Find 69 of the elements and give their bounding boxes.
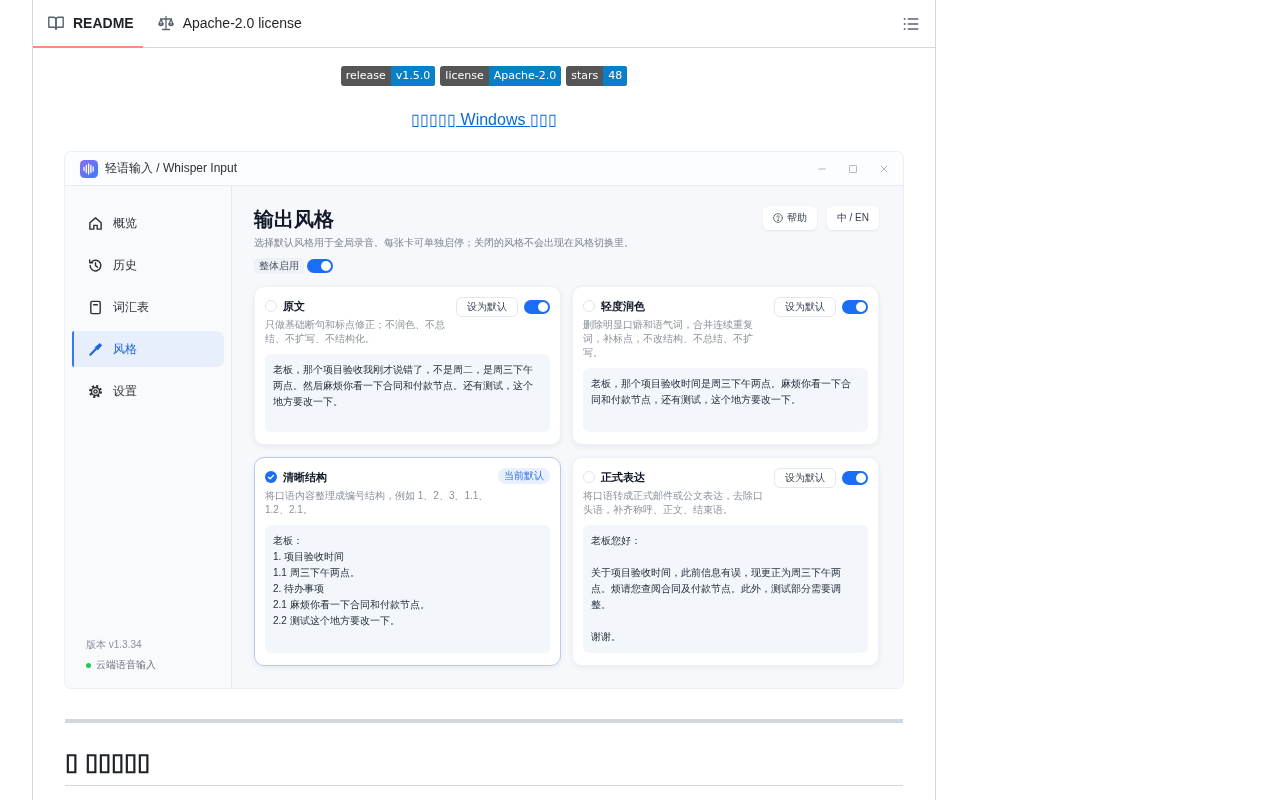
sidebar-item[interactable]: 概览 <box>72 205 224 241</box>
book-icon <box>48 15 64 31</box>
card-description: 删除明显口癖和语气词，合并连续重复词，补标点，不改结构、不总结、不扩写。 <box>583 318 754 360</box>
sidebar-item[interactable]: 历史 <box>72 247 224 283</box>
outline-button[interactable] <box>903 15 919 32</box>
preview-line: 2. 待办事项 <box>273 582 326 596</box>
page-subtitle: 选择默认风格用于全局录音。每张卡可单独启停；关闭的风格不会出现在风格切换里。 <box>254 236 635 250</box>
preview-line: 老板，那个项目验收时间是周三下午两点。麻烦你看一下合同和付款节点，还有测试，这个地方要改一下。 <box>591 377 852 407</box>
toggle-switch[interactable] <box>842 300 868 314</box>
waveform-logo-icon <box>80 159 98 178</box>
radio-button[interactable] <box>583 471 595 483</box>
badge[interactable]: license Apache-2.0 <box>440 66 562 86</box>
card-description: 只做基础断句和标点修正；不润色、不总结、不扩写、不结构化。 <box>265 318 446 346</box>
home-icon <box>88 215 103 231</box>
sidebar-item[interactable]: 风格 <box>72 331 224 367</box>
badge-value: 48 <box>603 66 628 86</box>
preview-line: 2.2 测试这个地方要改一下。 <box>273 614 401 628</box>
language-button[interactable]: 中 / EN <box>826 206 879 230</box>
sidebar-item[interactable]: 词汇表 <box>72 289 224 325</box>
card-title: 清晰结构 <box>283 469 327 485</box>
status-dot-icon <box>86 662 91 668</box>
badge-value: v1.5.0 <box>390 66 436 86</box>
preview-line: 谢谢。 <box>591 630 622 644</box>
help-icon <box>772 213 783 223</box>
preview-line: 关于项目验收时间，此前信息有误，现更正为周三下午两点。烦请您查阅合同及付款节点。此外，测试部分需要调整。 <box>591 566 842 612</box>
default-badge: 当前默认 <box>498 468 550 484</box>
set-default-button[interactable]: 设为默认 <box>774 297 836 317</box>
nav-tab[interactable]: Apache-2.0 license <box>142 0 311 48</box>
toggle-switch[interactable] <box>307 259 333 273</box>
history-icon <box>88 257 103 273</box>
toggle-switch[interactable] <box>842 471 868 485</box>
toggle-label: 整体启用 <box>254 258 304 274</box>
version-text: 版本 v1.3.34 <box>86 638 143 652</box>
notebook-icon <box>88 299 103 315</box>
sidebar-item[interactable]: 设置 <box>72 373 224 409</box>
preview-line: 老板： <box>273 534 304 548</box>
badge[interactable]: release v1.5.0 <box>340 66 436 86</box>
help-button[interactable]: 帮助 <box>762 206 817 230</box>
badge[interactable]: stars 48 <box>566 66 628 86</box>
set-default-button[interactable]: 设为默认 <box>774 468 836 488</box>
badge-value: Apache-2.0 <box>488 66 562 86</box>
radio-button[interactable] <box>583 300 595 312</box>
preview-line: 老板，那个项目验收我刚才说错了，不是周二，是周三下午两点。然后麻烦你看一下合同和付款节点。还有测试，这个地方要改一下。 <box>273 363 534 409</box>
download-link[interactable]: ▯▯▯▯▯ Windows ▯▯▯ <box>411 111 557 128</box>
radio-button[interactable] <box>265 471 277 483</box>
status-text: 云端语音输入 <box>96 658 156 672</box>
card-title: 原文 <box>283 298 305 314</box>
card-title: 轻度润色 <box>601 298 645 314</box>
radio-button[interactable] <box>265 300 277 312</box>
set-default-button[interactable]: 设为默认 <box>456 297 518 317</box>
card-title: 正式表达 <box>601 469 645 485</box>
card-description: 将口语内容整理成编号结构，例如 1、2、3、1.1、1.2、2.1。 <box>265 489 490 517</box>
badge-label: stars <box>570 68 600 84</box>
list-icon <box>903 15 919 32</box>
page-title: 输出风格 <box>254 207 334 232</box>
preview-line: 1.1 周三下午两点。 <box>273 566 361 580</box>
preview-line: 老板您好： <box>591 534 642 548</box>
scale-icon <box>157 15 174 31</box>
preview-line: 1. 项目验收时间 <box>273 550 346 564</box>
toggle-switch[interactable] <box>524 300 550 314</box>
badge-label: release <box>344 68 387 84</box>
nav-tab[interactable]: README <box>33 0 143 48</box>
section-heading: ▯ ▯▯▯▯▯ <box>65 747 903 786</box>
card-description: 将口语转成正式邮件或公文表达，去除口头语，补齐称呼、正文、结束语。 <box>583 489 764 517</box>
preview-line: 2.1 麻烦你看一下合同和付款节点。 <box>273 598 431 612</box>
gear-icon <box>88 383 103 399</box>
brush-icon <box>88 341 103 357</box>
badge-label: license <box>444 68 485 84</box>
window-title: 轻语输入 / Whisper Input <box>105 160 239 177</box>
